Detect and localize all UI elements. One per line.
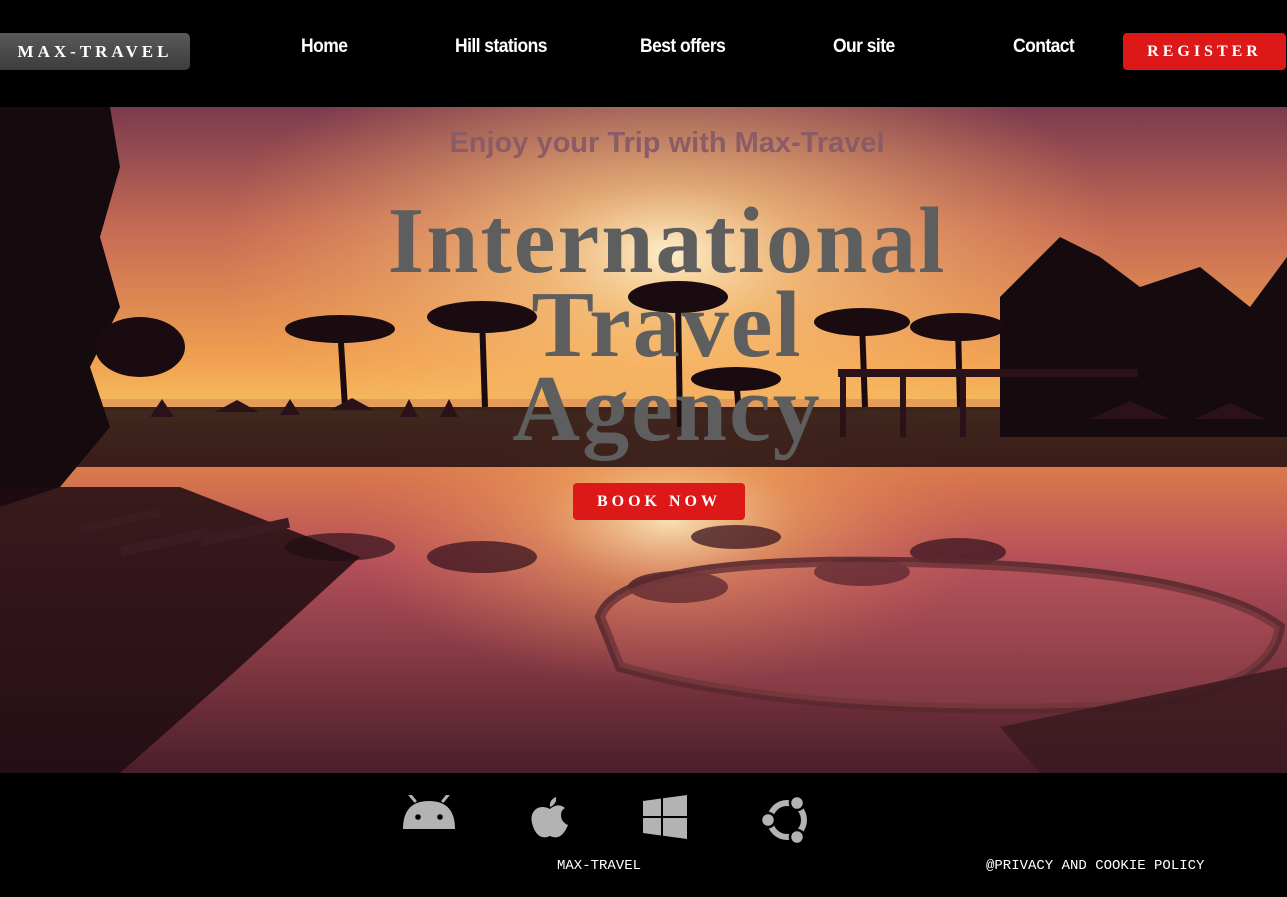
nav-hill-stations[interactable]: Hill stations xyxy=(455,36,547,64)
footer-brand: MAX-TRAVEL xyxy=(557,858,642,874)
ubuntu-icon[interactable] xyxy=(761,795,813,845)
hero-title-line-3: Agency xyxy=(512,357,822,461)
windows-icon[interactable] xyxy=(643,795,687,839)
nav-contact[interactable]: Contact xyxy=(1013,36,1075,64)
book-now-button[interactable]: BOOK NOW xyxy=(573,483,745,520)
hero-title-line-2: Travel xyxy=(531,273,803,377)
top-navbar: MAX-TRAVEL Home Hill stations Best offer… xyxy=(0,0,1287,107)
nav-best-offers[interactable]: Best offers xyxy=(640,36,726,64)
hero-section: Enjoy your Trip with Max-Travel Internat… xyxy=(0,107,1287,773)
android-icon[interactable] xyxy=(401,795,457,831)
page: MAX-TRAVEL Home Hill stations Best offer… xyxy=(0,0,1287,897)
hero-tagline: Enjoy your Trip with Max-Travel xyxy=(449,127,885,159)
footer: MAX-TRAVEL @PRIVACY AND COOKIE POLICY xyxy=(0,773,1287,897)
site-logo[interactable]: MAX-TRAVEL xyxy=(0,33,190,70)
nav-home[interactable]: Home xyxy=(301,36,348,64)
nav-our-site[interactable]: Our site xyxy=(833,36,895,64)
register-button[interactable]: REGISTER xyxy=(1123,33,1286,70)
hero-title-line-1: International xyxy=(387,189,947,293)
hero-title: International Travel Agency xyxy=(0,189,1287,461)
privacy-policy-link[interactable]: @PRIVACY AND COOKIE POLICY xyxy=(986,858,1204,874)
apple-icon[interactable] xyxy=(530,795,570,839)
